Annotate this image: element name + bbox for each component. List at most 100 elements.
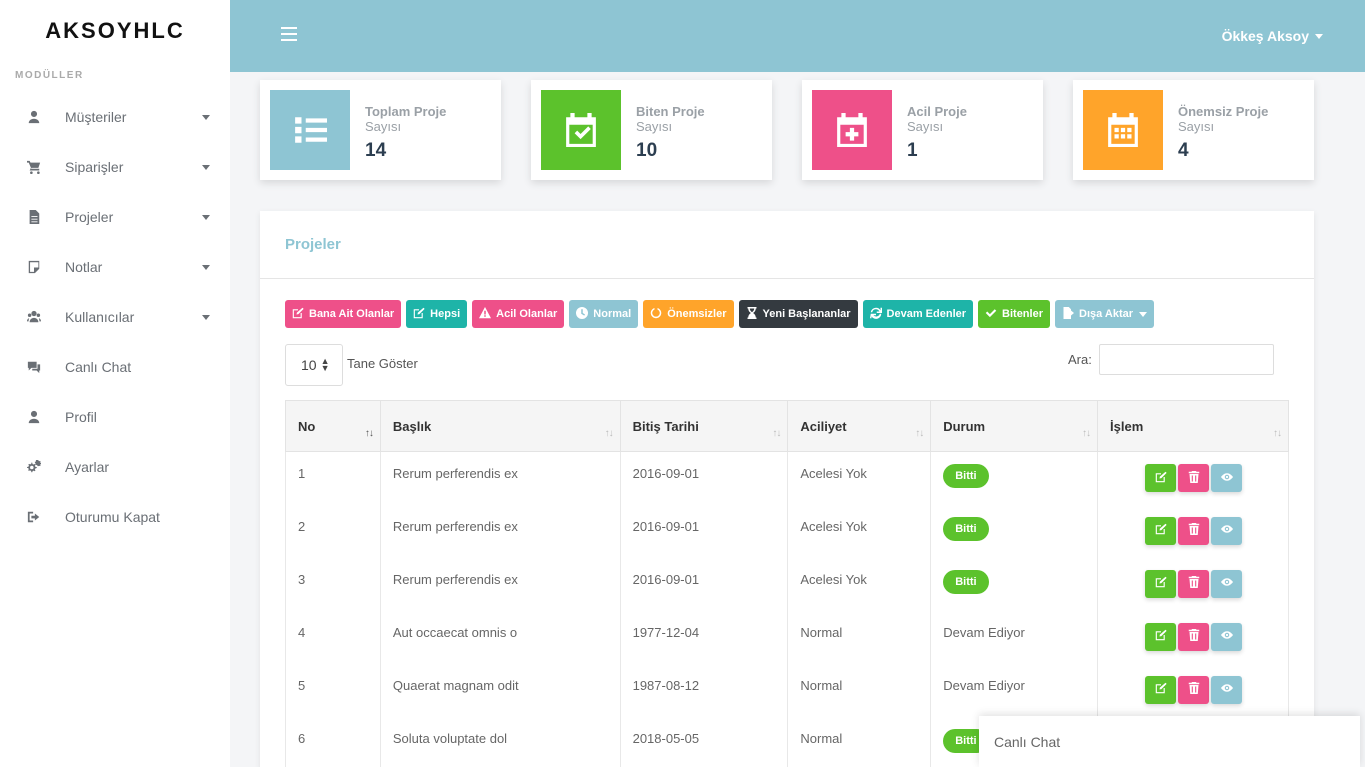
trash-icon: [1188, 629, 1200, 644]
stat-title: Önemsiz Proje: [1178, 104, 1269, 119]
filter-button[interactable]: Bitenler: [978, 300, 1050, 328]
edit-button[interactable]: [1145, 516, 1177, 545]
status-text: Devam Ediyor: [943, 677, 1025, 693]
sidebar-item-label: Müşteriler: [65, 109, 127, 125]
view-button[interactable]: [1211, 516, 1243, 545]
cell-date: 1977-12-04: [619, 610, 789, 664]
filter-button[interactable]: Dışa Aktar: [1055, 300, 1155, 328]
filter-button-label: Normal: [593, 308, 632, 320]
delete-button[interactable]: [1178, 622, 1210, 651]
view-button[interactable]: [1211, 622, 1243, 651]
filter-button[interactable]: Devam Edenler: [862, 300, 974, 328]
check-icon: [985, 307, 1002, 322]
view-button[interactable]: [1211, 569, 1243, 598]
select-arrows-icon: ▲ ▼: [320, 356, 330, 373]
sidebar-item-4[interactable]: Kullanıcılar: [0, 292, 230, 342]
column-header-label: Bitiş Tarihi: [632, 418, 699, 434]
sidebar-item-label: Oturumu Kapat: [65, 509, 160, 525]
column-header[interactable]: Başlık ↑↓: [379, 400, 621, 452]
hamburger-menu-icon[interactable]: [281, 27, 297, 41]
table-header-row: No ↑↓ Başlık ↑↓ Bitiş Tarihi ↑↓ Aciliyet ↑↓ Duru…: [285, 400, 1289, 452]
sync-icon: [869, 307, 887, 322]
view-button[interactable]: [1211, 675, 1243, 704]
cell-no: 6: [285, 716, 381, 767]
edit-button[interactable]: [1145, 464, 1177, 492]
filter-button[interactable]: Acil Olanlar: [472, 300, 565, 328]
page-length-value: 10: [301, 357, 317, 373]
panel-title: Projeler: [260, 211, 1314, 279]
edit-icon: [1155, 576, 1167, 591]
column-header[interactable]: Aciliyet ↑↓: [787, 400, 932, 452]
delete-button[interactable]: [1178, 464, 1210, 492]
sidebar-item-label: Canlı Chat: [65, 359, 132, 375]
gears-icon: [26, 459, 42, 475]
filter-button[interactable]: Yeni Başlananlar: [738, 300, 858, 328]
stat-value: 14: [365, 140, 387, 161]
sidebar-item-5[interactable]: Canlı Chat: [0, 342, 230, 392]
edit-icon: [1155, 629, 1167, 644]
sidebar-item-3[interactable]: Notlar: [0, 242, 230, 292]
clock-icon: [576, 306, 593, 322]
search-label: Ara:: [1068, 352, 1092, 367]
cell-title: Quaerat magnam odit: [379, 663, 621, 717]
list-icon: [270, 90, 350, 170]
stat-label: Toplam Proje Sayısı: [365, 104, 485, 134]
warning-icon: [479, 306, 496, 322]
brand-logo[interactable]: AKSOYHLC: [0, 0, 230, 62]
column-header-label: İşlem: [1110, 418, 1144, 434]
cell-urgency: Normal: [787, 663, 932, 717]
sidebar-item-8[interactable]: Oturumu Kapat: [0, 492, 230, 542]
live-chat-widget[interactable]: Canlı Chat: [979, 716, 1360, 767]
calendar-check-icon: [541, 90, 621, 170]
delete-button[interactable]: [1178, 675, 1210, 704]
table-row: 1 Rerum perferendis ex 2016-09-01 Acelesi Y…: [285, 451, 1289, 505]
sort-icon: ↑↓: [364, 428, 374, 439]
projects-panel: Projeler Bana Ait Olanlar Hepsi Acil Olanl…: [260, 211, 1314, 767]
sidebar-item-label: Notlar: [65, 259, 103, 275]
edit-button[interactable]: [1145, 675, 1177, 704]
eye-icon: [1220, 682, 1233, 697]
user-menu[interactable]: Ökkeş Aksoy: [1222, 28, 1323, 44]
trash-icon: [1188, 523, 1200, 538]
sidebar-item-7[interactable]: Ayarlar: [0, 442, 230, 492]
filter-button[interactable]: Önemsizler: [643, 300, 734, 328]
filter-button-label: Hepsi: [430, 308, 461, 320]
stat-label: Acil Proje Sayısı: [907, 104, 1027, 134]
filter-button[interactable]: Bana Ait Olanlar: [285, 300, 402, 328]
edit-button[interactable]: [1145, 569, 1177, 598]
status-badge: Bitti: [943, 516, 989, 541]
column-header[interactable]: Bitiş Tarihi ↑↓: [619, 400, 789, 452]
cell-urgency: Normal: [787, 610, 932, 664]
cell-actions: [1097, 663, 1289, 717]
stat-title: Acil Proje: [907, 104, 967, 119]
users-icon: [26, 309, 42, 325]
delete-button[interactable]: [1178, 569, 1210, 598]
edit-button[interactable]: [1145, 622, 1177, 651]
column-header[interactable]: İşlem ↑↓: [1097, 400, 1289, 452]
filter-button-label: Acil Olanlar: [496, 308, 558, 320]
cell-status: Bitti: [930, 504, 1099, 558]
view-button[interactable]: [1211, 464, 1243, 492]
table-row: 5 Quaerat magnam odit 1987-08-12 Normal Deva…: [285, 663, 1289, 717]
edit-icon: [413, 307, 430, 322]
column-header[interactable]: No ↑↓: [285, 400, 381, 452]
column-header-label: No: [298, 418, 316, 434]
hourglass-icon: [746, 306, 763, 322]
sidebar-item-2[interactable]: Projeler: [0, 192, 230, 242]
delete-button[interactable]: [1178, 516, 1210, 545]
filter-button[interactable]: Normal: [569, 300, 639, 328]
sidebar-item-label: Kullanıcılar: [65, 309, 135, 325]
column-header[interactable]: Durum ↑↓: [930, 400, 1099, 452]
filter-button[interactable]: Hepsi: [406, 300, 468, 328]
stat-subtitle: Sayısı: [365, 119, 402, 134]
cell-actions: [1097, 451, 1289, 505]
page-length-select[interactable]: 10 ▲ ▼: [285, 344, 343, 386]
cell-date: 2018-05-05: [619, 716, 789, 767]
sidebar-item-6[interactable]: Profil: [0, 392, 230, 442]
chevron-down-icon: [202, 164, 210, 170]
search-input[interactable]: [1099, 344, 1274, 375]
chevron-down-icon: [1315, 33, 1323, 39]
sidebar-item-0[interactable]: Müşteriler: [0, 92, 230, 142]
note-icon: [26, 259, 42, 275]
sidebar-item-1[interactable]: Siparişler: [0, 142, 230, 192]
